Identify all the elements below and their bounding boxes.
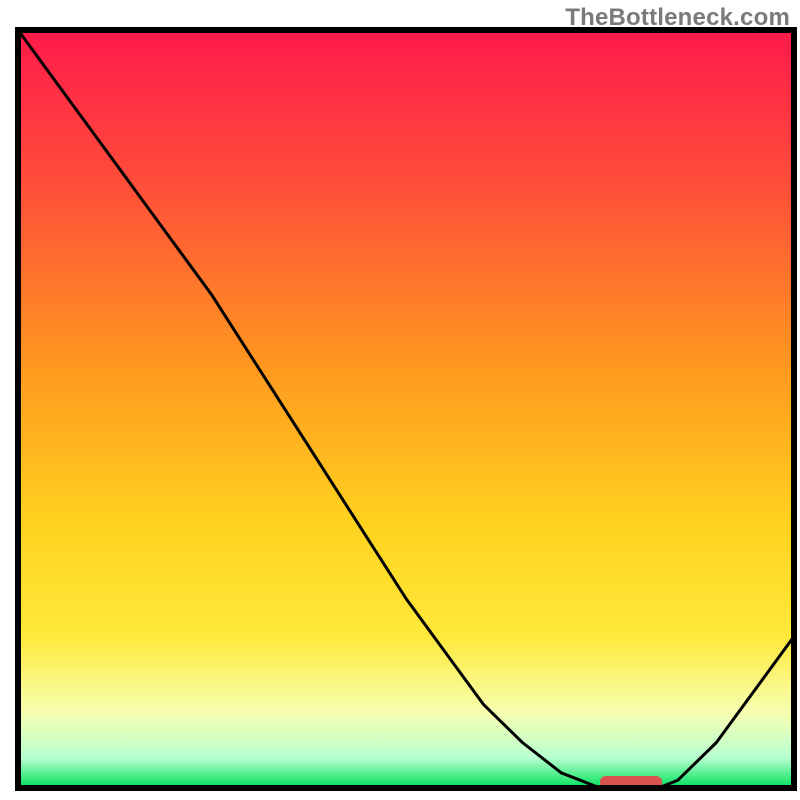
watermark-text: TheBottleneck.com [565, 4, 790, 32]
bottleneck-chart [0, 0, 800, 800]
chart-container: TheBottleneck.com [0, 0, 800, 800]
plot-background [18, 30, 794, 788]
